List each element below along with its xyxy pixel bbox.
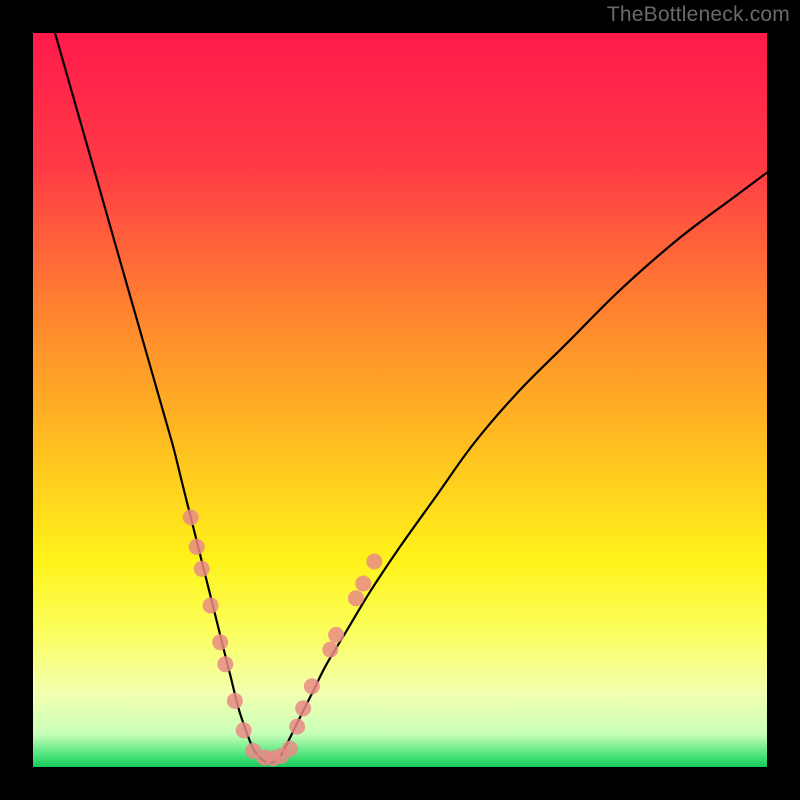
- bottleneck-chart: [33, 33, 767, 767]
- marker-dot: [304, 678, 320, 694]
- marker-dot: [183, 509, 199, 525]
- marker-dot: [328, 627, 344, 643]
- marker-dot: [217, 656, 233, 672]
- marker-dot: [236, 722, 252, 738]
- marker-dot: [366, 554, 382, 570]
- chart-frame: TheBottleneck.com: [0, 0, 800, 800]
- marker-dot: [227, 693, 243, 709]
- marker-dot: [348, 590, 364, 606]
- marker-dot: [194, 561, 210, 577]
- chart-background: [33, 33, 767, 767]
- marker-dot: [212, 634, 228, 650]
- marker-dot: [289, 719, 305, 735]
- marker-dot: [295, 700, 311, 716]
- watermark-label: TheBottleneck.com: [607, 3, 790, 27]
- marker-dot: [282, 741, 298, 757]
- marker-dot: [322, 642, 338, 658]
- marker-dot: [203, 598, 219, 614]
- marker-dot: [189, 539, 205, 555]
- marker-dot: [355, 576, 371, 592]
